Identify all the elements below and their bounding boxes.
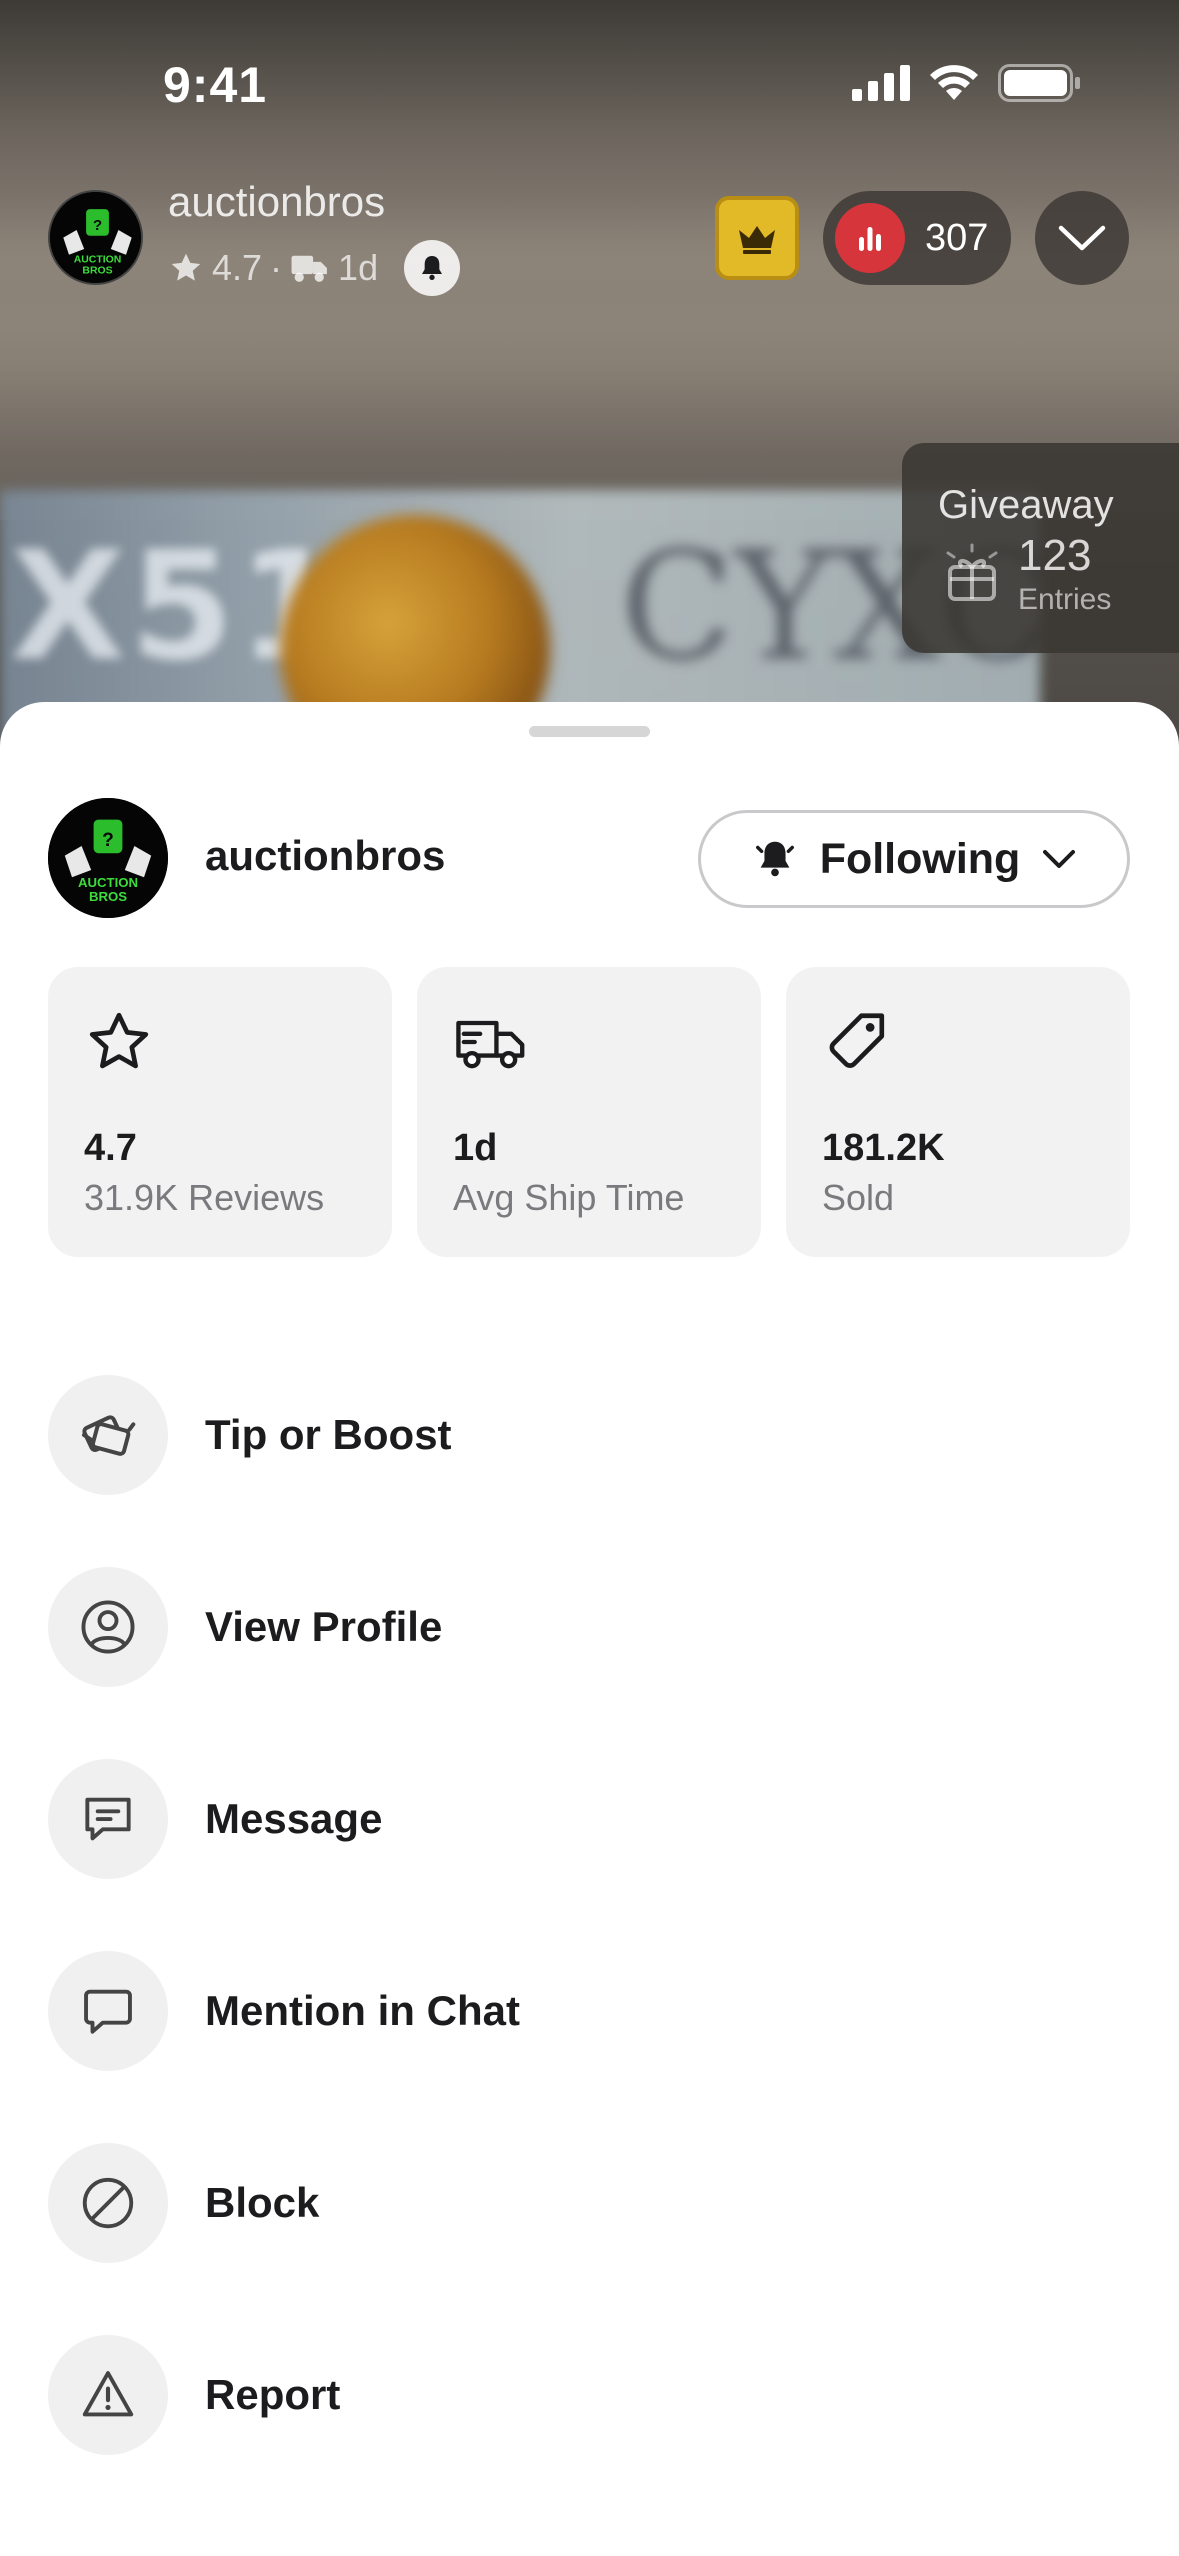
following-button[interactable]: Following [698, 810, 1130, 908]
menu-item-tip-or-boost[interactable]: Tip or Boost [48, 1339, 1131, 1531]
stat-card-sold[interactable]: 181.2K Sold [786, 967, 1130, 1257]
svg-text:AUCTION: AUCTION [74, 254, 122, 265]
svg-text:BROS: BROS [82, 266, 112, 277]
auction-bros-logo-icon: ? AUCTION BROS [48, 798, 168, 918]
chat-bubble-icon [84, 1989, 132, 2034]
stat-card-ship-time[interactable]: 1d Avg Ship Time [417, 967, 761, 1257]
live-indicator [835, 203, 905, 273]
boost-icon [82, 1415, 136, 1456]
cellular-signal-icon [852, 65, 910, 101]
stat-card-reviews[interactable]: 4.7 31.9K Reviews [48, 967, 392, 1257]
menu-item-label: View Profile [205, 1603, 443, 1650]
menu-item-label: Block [205, 2179, 320, 2226]
stat-label: 31.9K Reviews [84, 1177, 325, 1218]
wifi-icon [930, 65, 978, 100]
seller-action-sheet: ? AUCTION BROS auctionbros Following 4.7… [0, 702, 1179, 2556]
stat-label: Sold [822, 1177, 895, 1218]
message-icon [85, 1797, 131, 1841]
svg-text:?: ? [93, 217, 102, 234]
seller-avatar-small[interactable]: ? AUCTION BROS [48, 190, 143, 285]
block-icon [82, 2177, 134, 2229]
svg-text:BROS: BROS [89, 889, 127, 904]
seller-action-menu: Tip or Boost View Profile Message Mentio… [48, 1339, 1131, 2491]
menu-item-message[interactable]: Message [48, 1723, 1131, 1915]
svg-text:?: ? [102, 830, 114, 851]
stream-seller-meta: 4.7 · 1d [168, 240, 461, 296]
seller-name[interactable]: auctionbros [205, 832, 445, 880]
chevron-down-icon [1043, 850, 1076, 868]
giveaway-entries-label: Entries [1018, 583, 1112, 616]
tag-icon [829, 1013, 885, 1068]
menu-item-label: Mention in Chat [205, 1987, 520, 2034]
chevron-down-icon [1058, 225, 1106, 251]
viewer-count-pill[interactable]: 307 [823, 191, 1011, 285]
menu-item-report[interactable]: Report [48, 2299, 1131, 2491]
sheet-grabber[interactable] [529, 726, 650, 737]
stream-rating: 4.7 [212, 247, 263, 288]
live-bars-icon [859, 227, 881, 251]
meta-separator: · [270, 247, 283, 288]
auction-bros-logo-icon: ? AUCTION BROS [50, 192, 141, 283]
giveaway-entries-count: 123 [1018, 531, 1092, 580]
star-icon [89, 1012, 149, 1069]
giveaway-widget[interactable]: Giveaway 123 Entries [902, 443, 1179, 653]
menu-item-label: Message [205, 1795, 383, 1842]
stat-value: 1d [453, 1127, 498, 1169]
stream-seller-name[interactable]: auctionbros [168, 178, 385, 226]
truck-icon [456, 1020, 525, 1069]
seller-stats: 4.7 31.9K Reviews 1d Avg Ship Time 181.2… [48, 967, 1130, 1257]
svg-text:AUCTION: AUCTION [78, 875, 138, 890]
warning-icon [82, 2371, 134, 2417]
status-time: 9:41 [163, 57, 268, 113]
stat-value: 181.2K [822, 1127, 945, 1169]
profile-icon [81, 1600, 135, 1654]
bell-icon [422, 256, 443, 280]
notification-bell-chip[interactable] [404, 240, 461, 296]
truck-filled-icon [291, 255, 327, 282]
menu-item-block[interactable]: Block [48, 2107, 1131, 2299]
crown-button[interactable] [715, 196, 799, 280]
battery-icon [998, 64, 1080, 102]
seller-avatar[interactable]: ? AUCTION BROS [48, 798, 168, 918]
bell-icon [755, 841, 794, 877]
following-label: Following [819, 834, 1021, 883]
stat-label: Avg Ship Time [453, 1177, 685, 1218]
giveaway-title: Giveaway [938, 483, 1114, 527]
collapse-button[interactable] [1035, 191, 1129, 285]
star-filled-icon [171, 253, 201, 281]
crown-icon [739, 226, 775, 254]
stream-ship-time: 1d [338, 247, 379, 288]
menu-item-view-profile[interactable]: View Profile [48, 1531, 1131, 1723]
menu-item-label: Report [205, 2371, 341, 2418]
status-bar: 9:41 [0, 0, 1179, 170]
stat-value: 4.7 [84, 1127, 137, 1169]
menu-item-mention-in-chat[interactable]: Mention in Chat [48, 1915, 1131, 2107]
viewer-count: 307 [925, 216, 989, 259]
menu-item-label: Tip or Boost [205, 1411, 452, 1458]
gift-icon [946, 543, 998, 601]
